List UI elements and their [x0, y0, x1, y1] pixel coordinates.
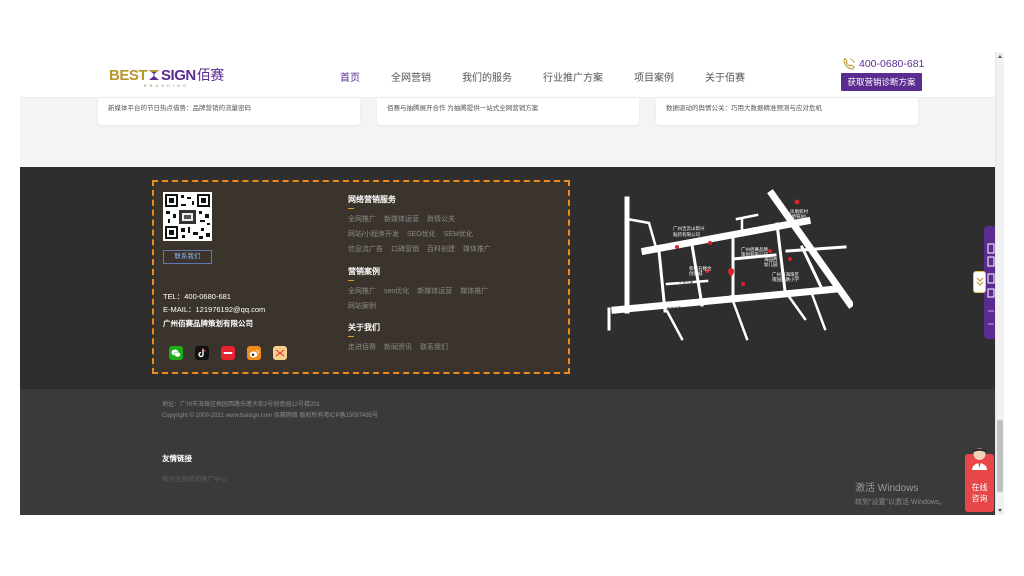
qr-code-image	[163, 192, 212, 241]
footer-link[interactable]: 新媒体运营	[384, 214, 419, 224]
phone-number: 400-0680-681	[859, 58, 925, 70]
footer-info-panel: 联系我们 TEL：400-0680-681 E-MAIL：121976192@q…	[152, 180, 570, 374]
footer-link[interactable]: 网站/小程序开发	[348, 229, 399, 239]
nav-cases[interactable]: 项目案例	[634, 69, 674, 84]
footer-link-row: 走进佰赛 新闻资讯 联系我们	[348, 342, 456, 352]
footer-link[interactable]: 媒体推广	[460, 286, 488, 296]
map-label-heqiao-sub: 创意城	[689, 270, 703, 277]
nav-about[interactable]: 关于佰赛	[705, 69, 745, 84]
footer-copyright: Copyright © 2009-2021 www.baisign.com 佰赛…	[162, 413, 379, 419]
title-underline	[348, 280, 354, 281]
map-road-label: 南园西路	[750, 217, 765, 224]
windows-activation-title: 激活 Windows	[855, 483, 919, 494]
xiaohongshu-icon[interactable]	[221, 346, 235, 360]
footer-company: 广州佰赛品牌策划有限公司	[163, 319, 253, 328]
map-label-kindergarten-sub: 幼儿园	[764, 261, 778, 268]
footer-link[interactable]: SEM优化	[444, 229, 473, 239]
location-map[interactable]: 凤凰新村 (地铁站) 广州吉云山帮兴 贴药有限公司 广州佰赛品牌 策划有限公司 …	[607, 189, 853, 344]
main-nav: 首页 全网营销 我们的服务 行业推广方案 项目案例 关于佰赛	[340, 69, 776, 84]
footer-link-row: 全网推广 seo优化 新媒体运营 媒体推广	[348, 286, 496, 296]
map-road-label: 乐蓬大道	[679, 279, 693, 284]
news-card[interactable]: 新媒体平台的节日热点借势：品牌营销的流量密码	[98, 98, 360, 125]
footer-col-title: 网络营销服务	[348, 195, 396, 204]
footer-col-title: 营销案例	[348, 267, 380, 276]
header-phone: 400-0680-681	[842, 58, 924, 70]
footer-link[interactable]: 网站案例	[348, 301, 376, 311]
footer-link[interactable]: 新媒体运营	[417, 286, 452, 296]
map-label-company1: 广州吉云山帮兴	[673, 225, 705, 232]
nav-marketing[interactable]: 全网营销	[391, 69, 431, 84]
map-label-fenghuang-sub: (地铁站)	[790, 213, 807, 220]
footer-link-row: 网站/小程序开发 SEO优化 SEM优化	[348, 229, 499, 239]
scroll-down-icon[interactable]	[998, 509, 1002, 512]
scrollbar-thumb[interactable]	[997, 420, 1003, 492]
news-card[interactable]: 佰赛与抽腾展开合作 为抽腾提供一站式全网营销方案	[377, 98, 639, 125]
footer-email: E-MAIL：121976192@qq.com	[163, 305, 266, 314]
footer-link[interactable]: 口碑营销	[391, 244, 419, 254]
map-label-lepeng: 乐蓬2号创意园	[729, 294, 759, 301]
scroll-up-icon[interactable]	[998, 55, 1002, 58]
map-label-company1-sub: 贴药有限公司	[673, 231, 700, 238]
footer-col-title: 关于我们	[348, 323, 380, 332]
footer-link-row: 全网推广 新媒体运营 舆情公关	[348, 214, 499, 224]
footer-link[interactable]: SEO优化	[407, 229, 436, 239]
footer-link[interactable]: 信息流广告	[348, 244, 383, 254]
phone-icon	[843, 58, 855, 70]
site-logo[interactable]: BEST SIGN 佰赛	[109, 65, 224, 85]
logo-subtitle: BRANDING	[144, 83, 190, 88]
footer-col-services: 网络营销服务 全网推广 新媒体运营 舆情公关 网站/小程序开发 SEO优化 SE…	[348, 194, 499, 254]
title-underline	[348, 336, 354, 337]
footer-tel: TEL：400-0680-681	[163, 292, 231, 301]
douyin-icon[interactable]	[195, 346, 209, 360]
logo-s-icon	[149, 70, 160, 80]
title-underline	[348, 208, 354, 209]
footer-link[interactable]: 全网推广	[348, 214, 376, 224]
footer-col-cases: 营销案例 全网推广 seo优化 新媒体运营 媒体推广 网站案例	[348, 266, 496, 311]
footer-link[interactable]: 新闻资讯	[384, 342, 412, 352]
news-card[interactable]: 数据驱动的舆情公关：巧用大数据精准预测与应对危机	[656, 98, 918, 125]
online-chat-button[interactable]: 在线 咨询	[965, 448, 994, 512]
friend-links-title: 友情链接	[162, 454, 192, 463]
wechat-icon[interactable]	[169, 346, 183, 360]
nav-services[interactable]: 我们的服务	[462, 69, 512, 84]
friend-link[interactable]: 柳州全网营销推广中心	[162, 473, 227, 483]
footer-link-row: 信息流广告 口碑营销 百科创建 媒体推广	[348, 244, 499, 254]
footer-link[interactable]: 走进佰赛	[348, 342, 376, 352]
weibo-icon[interactable]	[247, 346, 261, 360]
footer-link[interactable]: 联系我们	[420, 342, 448, 352]
page-scrollbar[interactable]	[995, 52, 1004, 515]
news-title: 佰赛与抽腾展开合作 为抽腾提供一站式全网营销方案	[387, 105, 539, 112]
news-title: 新媒体平台的节日热点借势：品牌营销的流量密码	[108, 105, 251, 112]
browser-viewport: BEST SIGN 佰赛 BRANDING 首页 全网营销 我们的服务 行业推广…	[20, 52, 1004, 515]
footer-main: 联系我们 TEL：400-0680-681 E-MAIL：121976192@q…	[20, 167, 997, 389]
contact-us-button[interactable]: 联系我们	[163, 250, 212, 264]
site-header: BEST SIGN 佰赛 BRANDING 首页 全网营销 我们的服务 行业推广…	[20, 52, 995, 98]
footer-link[interactable]: 百科创建	[427, 244, 455, 254]
footer-link-row: 网站案例	[348, 301, 496, 311]
news-title: 数据驱动的舆情公关：巧用大数据精准预测与应对危机	[666, 105, 822, 112]
nav-industry[interactable]: 行业推广方案	[543, 69, 603, 84]
footer-bottom: 地址：广州市海珠区梅园西路乐蓬大街2号创意园12号楼201 Copyright …	[20, 389, 995, 515]
windows-activation-sub: 转到"设置"以激活 Windows。	[855, 499, 947, 506]
windows-activation-watermark: 激活 Windows 转到"设置"以激活 Windows。	[855, 479, 946, 507]
footer-link[interactable]: seo优化	[384, 286, 409, 296]
social-links	[169, 346, 299, 360]
double-chevron-icon[interactable]	[973, 271, 986, 293]
footer-link[interactable]: 媒体推广	[463, 244, 491, 254]
chat-label: 在线 咨询	[971, 483, 988, 503]
footer-address: 地址：广州市海珠区梅园西路乐蓬大街2号创意园12号楼201	[162, 402, 321, 408]
footer-link[interactable]: 全网推广	[348, 286, 376, 296]
footer-link[interactable]: 舆情公关	[427, 214, 455, 224]
map-label-school-sub: 南园西路小学	[772, 276, 799, 283]
avatar	[972, 448, 987, 470]
toutiao-icon[interactable]	[273, 346, 287, 360]
footer-col-about: 关于我们 走进佰赛 新闻资讯 联系我们	[348, 322, 456, 352]
nav-home[interactable]: 首页	[340, 69, 360, 84]
diagnosis-cta-button[interactable]: 获取营销诊断方案	[841, 73, 922, 91]
